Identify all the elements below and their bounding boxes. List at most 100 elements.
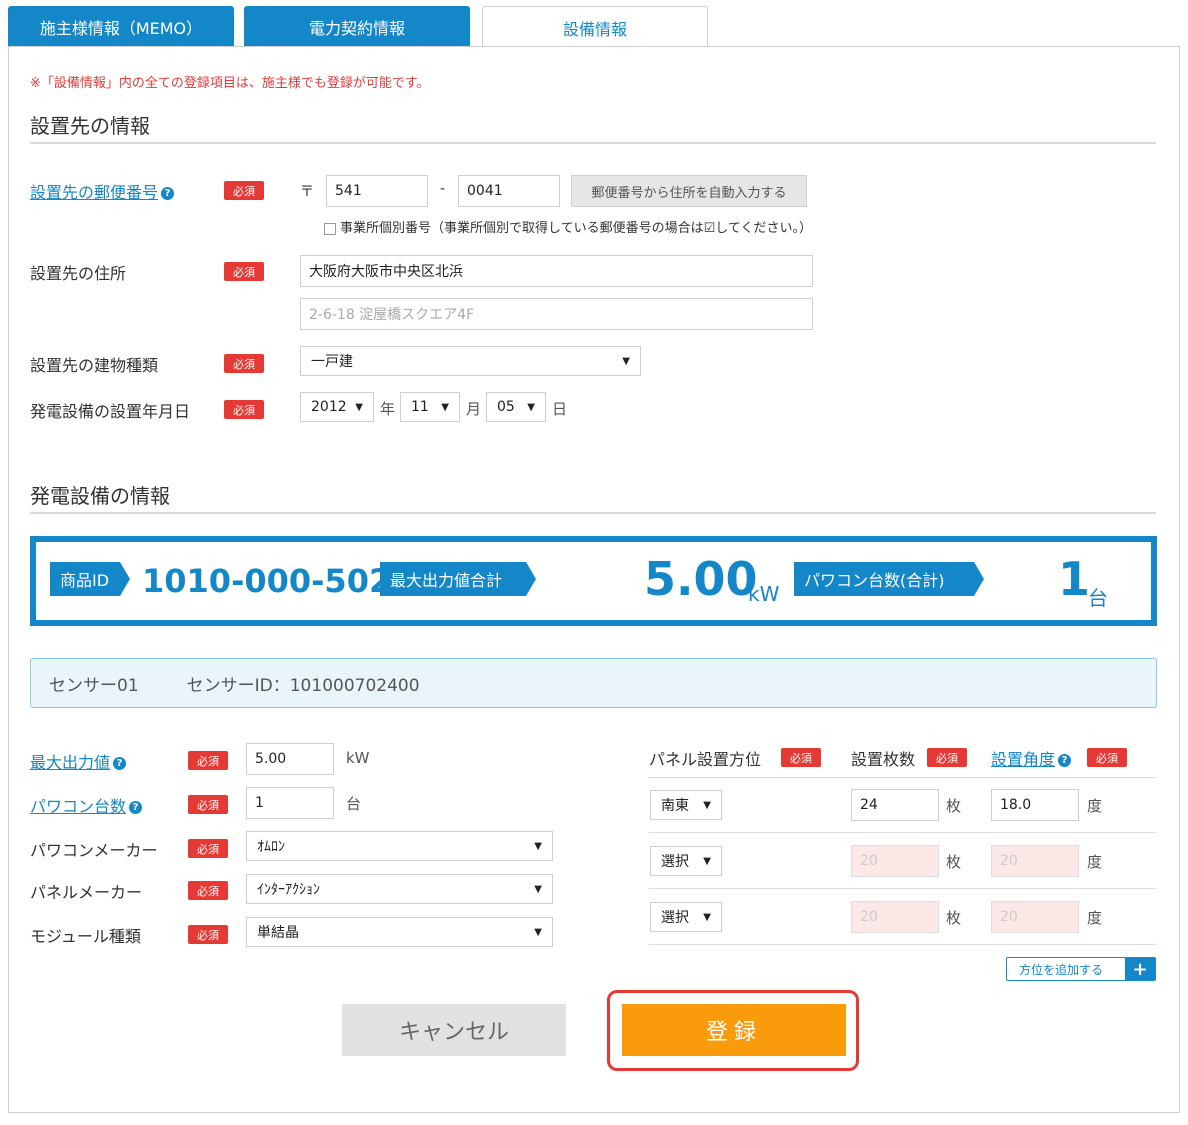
table-divider <box>649 888 1156 889</box>
max-output-field-unit: kW <box>346 749 370 767</box>
module-type-label: モジュール種類 <box>30 927 141 946</box>
cancel-button[interactable]: キャンセル <box>342 1004 566 1056</box>
angle-unit: 度 <box>1087 853 1103 871</box>
pcs-count-label[interactable]: パワコン台数? <box>30 793 143 817</box>
help-icon[interactable]: ? <box>113 757 127 770</box>
table-divider <box>649 832 1156 833</box>
building-type-label: 設置先の建物種類 <box>30 356 159 375</box>
product-id-tag: 商品ID <box>50 562 130 596</box>
divider <box>30 512 1156 514</box>
plus-icon: + <box>1125 958 1155 980</box>
panel-count-input[interactable]: 24 <box>851 789 939 821</box>
product-id-value: 1010-000-5024 <box>142 562 414 600</box>
checkbox[interactable] <box>324 222 336 235</box>
required-badge: 必須 <box>188 839 228 858</box>
postal-dash: - <box>440 181 446 197</box>
max-output-unit: kW <box>748 582 780 606</box>
help-icon[interactable]: ? <box>1058 754 1072 767</box>
dropdown-arrow-icon: ▼ <box>534 840 542 852</box>
max-output-value: 5.00 <box>644 552 758 606</box>
required-badge: 必須 <box>188 925 228 944</box>
sensor-name: センサー01 <box>49 675 139 696</box>
panel-count-input[interactable]: 20 <box>851 845 939 877</box>
panel-angle-input[interactable]: 20 <box>991 901 1079 933</box>
max-output-tag: 最大出力値合計 <box>380 562 536 596</box>
count-unit: 枚 <box>946 853 962 871</box>
divider <box>30 142 1156 144</box>
angle-unit: 度 <box>1087 797 1103 815</box>
year-unit: 年 <box>380 400 396 418</box>
pcs-maker-select[interactable]: ｵﾑﾛﾝ ▼ <box>246 831 553 861</box>
required-badge: 必須 <box>224 354 264 373</box>
day-unit: 日 <box>552 400 568 418</box>
install-year-select[interactable]: 2012 ▼ <box>300 392 374 422</box>
help-icon[interactable]: ? <box>129 801 143 814</box>
postal-mark: 〒 <box>300 184 314 200</box>
address-line2-input[interactable]: 2-6-18 淀屋橋スクエア4F <box>300 298 813 330</box>
required-badge: 必須 <box>224 262 264 281</box>
panel-angle-input[interactable]: 20 <box>991 845 1079 877</box>
panel-angle-input[interactable]: 18.0 <box>991 789 1079 821</box>
panel-count-input[interactable]: 20 <box>851 901 939 933</box>
direction-select[interactable]: 選択 ▼ <box>650 902 722 932</box>
sensor-header: センサー01 センサーID：101000702400 <box>30 658 1157 708</box>
direction-select[interactable]: 南東 ▼ <box>650 790 722 820</box>
tab-bar: 施主様情報（MEMO） 電力契約情報 設備情報 <box>8 6 1180 48</box>
install-date-label: 発電設備の設置年月日 <box>30 402 191 421</box>
table-divider <box>649 777 1156 778</box>
required-badge: 必須 <box>224 400 264 419</box>
install-day-select[interactable]: 05 ▼ <box>486 392 546 422</box>
required-badge: 必須 <box>1087 748 1127 767</box>
count-header: 設置枚数 <box>851 750 916 769</box>
pcs-count-field-unit: 台 <box>346 795 362 813</box>
postal-autofill-button[interactable]: 郵便番号から住所を自動入力する <box>571 175 807 207</box>
pcs-count-unit: 台 <box>1088 586 1108 610</box>
required-badge: 必須 <box>927 748 967 767</box>
dropdown-arrow-icon: ▼ <box>441 401 449 413</box>
pcs-maker-label: パワコンメーカー <box>30 841 158 860</box>
count-unit: 枚 <box>946 797 962 815</box>
add-direction-button[interactable]: 方位を追加する + <box>1006 957 1156 981</box>
sensor-id: センサーID：101000702400 <box>186 675 420 696</box>
max-output-label[interactable]: 最大出力値? <box>30 749 127 773</box>
angle-header[interactable]: 設置角度? <box>991 746 1072 770</box>
dropdown-arrow-icon: ▼ <box>534 883 542 895</box>
address-label: 設置先の住所 <box>30 264 127 283</box>
postal-label[interactable]: 設置先の郵便番号? <box>30 179 175 203</box>
required-badge: 必須 <box>224 181 264 200</box>
angle-unit: 度 <box>1087 909 1103 927</box>
direction-header: パネル設置方位 <box>649 750 762 769</box>
panel-maker-select[interactable]: ｲﾝﾀｰｱｸｼｮﾝ ▼ <box>246 874 553 904</box>
pcs-count-input[interactable]: 1 <box>246 787 334 819</box>
dropdown-arrow-icon: ▼ <box>703 911 711 923</box>
required-badge: 必須 <box>188 881 228 900</box>
building-type-select[interactable]: 一戸建 ▼ <box>300 346 641 376</box>
postal-first-input[interactable]: 541 <box>326 175 428 207</box>
pcs-count-tag: パワコン台数(合計) <box>794 562 984 596</box>
install-month-select[interactable]: 11 ▼ <box>400 392 460 422</box>
count-unit: 枚 <box>946 909 962 927</box>
help-icon[interactable]: ? <box>161 187 175 200</box>
direction-select[interactable]: 選択 ▼ <box>650 846 722 876</box>
address-line1-input[interactable]: 大阪府大阪市中央区北浜 <box>300 255 813 287</box>
max-output-input[interactable]: 5.00 <box>246 743 334 775</box>
install-section-title: 設置先の情報 <box>30 114 150 138</box>
pcs-count-value: 1 <box>1058 552 1091 606</box>
dropdown-arrow-icon: ▼ <box>703 799 711 811</box>
notice-text: ※「設備情報」内の全ての登録項目は、施主様でも登録が可能です。 <box>30 76 430 91</box>
month-unit: 月 <box>466 400 482 418</box>
dropdown-arrow-icon: ▼ <box>703 855 711 867</box>
tab-power-contract[interactable]: 電力契約情報 <box>244 6 470 47</box>
generation-section-title: 発電設備の情報 <box>30 484 170 508</box>
required-badge: 必須 <box>188 795 228 814</box>
postal-second-input[interactable]: 0041 <box>458 175 560 207</box>
tab-owner-memo[interactable]: 施主様情報（MEMO） <box>8 6 234 47</box>
dropdown-arrow-icon: ▼ <box>355 401 363 413</box>
tab-equipment[interactable]: 設備情報 <box>482 6 708 48</box>
panel-maker-label: パネルメーカー <box>30 883 143 902</box>
dropdown-arrow-icon: ▼ <box>534 926 542 938</box>
office-postal-checkbox-row[interactable]: 事業所個別番号（事業所個別で取得している郵便番号の場合は☑してください。） <box>324 217 812 236</box>
module-type-select[interactable]: 単結晶 ▼ <box>246 917 553 947</box>
submit-button[interactable]: 登録 <box>622 1004 846 1056</box>
table-divider <box>649 944 1156 945</box>
